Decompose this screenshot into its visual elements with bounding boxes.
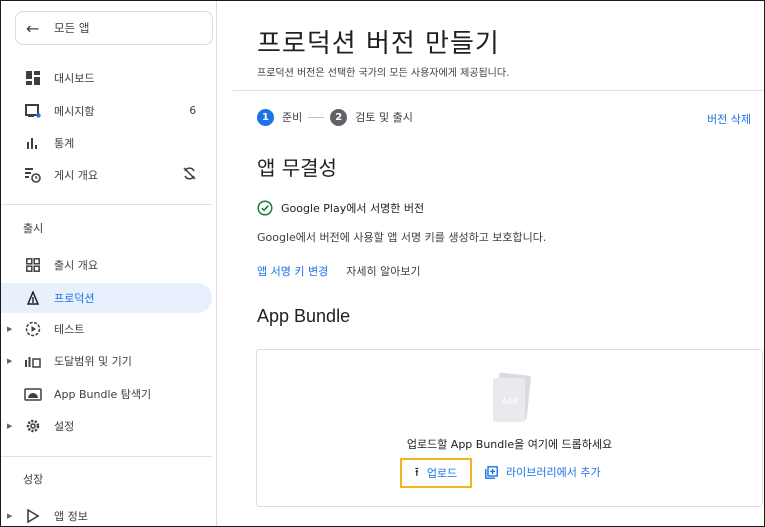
back-button-label: 모든 앱 xyxy=(54,21,90,35)
reach-devices-icon xyxy=(24,352,42,370)
production-icon xyxy=(24,289,42,307)
app-window: ← 모든 앱 대시보드 메시지함 6 통계 게시 개요 출시 출시 개요 프로덕… xyxy=(0,0,765,527)
step-label-review-release[interactable]: 검토 및 출시 xyxy=(355,109,413,125)
app-bundle-heading: App Bundle xyxy=(257,306,351,326)
sidebar-item-label: 도달범위 및 기기 xyxy=(54,355,132,368)
release-overview-icon xyxy=(24,256,42,274)
change-signing-key-link[interactable]: 앱 서명 키 변경 xyxy=(257,263,328,279)
play-store-icon xyxy=(24,507,42,525)
inbox-icon xyxy=(24,102,42,120)
signing-status: Google Play에서 서명한 버전 xyxy=(257,200,424,216)
integrity-links: 앱 서명 키 변경 자세히 알아보기 xyxy=(257,263,421,279)
inbox-count-badge: 6 xyxy=(189,105,196,117)
add-from-library-label: 라이브러리에서 추가 xyxy=(506,466,601,479)
app-bundle-dropzone[interactable]: .AAB 업로드할 App Bundle을 여기에 드롭하세요 ⭱ 업로드 라이… xyxy=(256,349,763,507)
section-label-release: 출시 xyxy=(23,222,44,235)
learn-more-link[interactable]: 자세히 알아보기 xyxy=(346,263,420,279)
upload-button[interactable]: ⭱ 업로드 xyxy=(400,458,472,488)
sidebar-divider-vertical xyxy=(216,1,217,526)
add-from-library-button[interactable]: 라이브러리에서 추가 xyxy=(485,464,601,480)
sidebar-item-statistics[interactable]: 통계 xyxy=(1,128,212,158)
page-subtitle: 프로덕션 버전은 선택한 국가의 모든 사용자에게 제공됩니다. xyxy=(257,68,510,79)
sidebar-item-label: 프로덕션 xyxy=(54,292,95,305)
expand-arrow-icon[interactable]: ▶ xyxy=(7,512,12,520)
sidebar-item-bundle-explorer[interactable]: App Bundle 탐색기 xyxy=(1,379,212,409)
sync-off-icon xyxy=(183,167,196,183)
dashboard-icon xyxy=(24,69,42,87)
sidebar: ← 모든 앱 대시보드 메시지함 6 통계 게시 개요 출시 출시 개요 프로덕… xyxy=(1,1,216,526)
arrow-left-icon: ← xyxy=(26,18,40,38)
section-label-growth: 성장 xyxy=(23,473,44,486)
sidebar-item-store-presence[interactable]: ▶ 앱 정보 xyxy=(1,501,212,526)
dropzone-hint: 업로드할 App Bundle을 여기에 드롭하세요 xyxy=(406,438,613,451)
testing-icon xyxy=(24,320,42,338)
library-add-icon xyxy=(485,465,498,479)
sidebar-item-testing[interactable]: ▶ 테스트 xyxy=(1,314,212,344)
publishing-overview-icon xyxy=(24,166,42,184)
expand-arrow-icon[interactable]: ▶ xyxy=(7,325,12,333)
sidebar-item-label: 대시보드 xyxy=(54,72,95,85)
sidebar-item-inbox[interactable]: 메시지함 6 xyxy=(1,96,212,126)
sidebar-divider xyxy=(1,204,212,205)
sidebar-item-settings[interactable]: ▶ 설정 xyxy=(1,411,212,441)
sidebar-item-production[interactable]: 프로덕션 xyxy=(1,283,212,313)
step-number[interactable]: 2 xyxy=(330,108,348,126)
back-to-all-apps-button[interactable]: ← 모든 앱 xyxy=(15,11,213,45)
check-circle-icon xyxy=(257,200,273,216)
step-label-prepare[interactable]: 준비 xyxy=(282,109,302,125)
upload-button-label: 업로드 xyxy=(426,467,458,480)
sidebar-divider xyxy=(1,456,212,457)
sidebar-item-release-overview[interactable]: 출시 개요 xyxy=(1,250,212,280)
signing-status-text: Google Play에서 서명한 버전 xyxy=(281,202,425,215)
sidebar-item-publishing-overview[interactable]: 게시 개요 xyxy=(1,160,212,190)
sidebar-item-label: 통계 xyxy=(54,137,75,150)
bundle-explorer-icon xyxy=(24,385,42,403)
step-connector xyxy=(308,116,325,118)
sidebar-item-label: 테스트 xyxy=(54,323,85,336)
upload-icon: ⭱ xyxy=(414,464,419,479)
aab-file-icon: .AAB xyxy=(493,372,532,422)
signing-description: Google에서 버전에 사용할 앱 서명 키를 생성하고 보호합니다. xyxy=(257,231,547,244)
gear-icon xyxy=(24,417,42,435)
sidebar-item-label: 출시 개요 xyxy=(54,259,98,272)
step-number[interactable]: 1 xyxy=(257,108,274,126)
delete-release-link[interactable]: 버전 삭제 xyxy=(707,111,751,127)
sidebar-item-label: 설정 xyxy=(54,420,75,433)
stepper: 1 준비 2 검토 및 출시 xyxy=(257,107,413,127)
sidebar-item-label: 메시지함 xyxy=(54,105,95,118)
expand-arrow-icon[interactable]: ▶ xyxy=(7,357,12,365)
sidebar-item-reach-devices[interactable]: ▶ 도달범위 및 기기 xyxy=(1,346,212,376)
aab-file-label: .AAB xyxy=(500,397,518,406)
app-integrity-heading: 앱 무결성 xyxy=(257,156,337,180)
sidebar-item-label: 앱 정보 xyxy=(54,510,88,523)
header-divider xyxy=(233,90,764,91)
sidebar-item-label: 게시 개요 xyxy=(54,169,98,182)
sidebar-item-dashboard[interactable]: 대시보드 xyxy=(1,63,212,93)
expand-arrow-icon[interactable]: ▶ xyxy=(7,422,12,430)
sidebar-item-label: App Bundle 탐색기 xyxy=(54,388,152,401)
statistics-icon xyxy=(24,134,42,152)
page-title: 프로덕션 버전 만들기 xyxy=(257,29,500,59)
